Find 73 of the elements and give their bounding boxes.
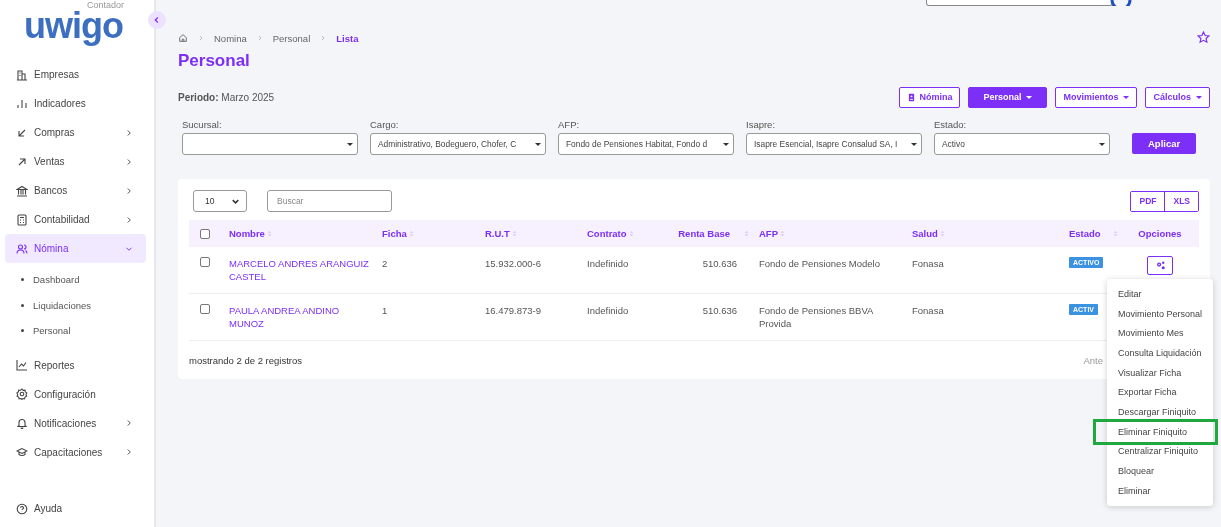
filter-select[interactable]: Isapre Esencial, Isapre Consalud SA, I	[746, 133, 922, 155]
filter-label: Estado:	[934, 119, 968, 130]
sidebar-item[interactable]: Ayuda	[5, 494, 146, 523]
filter-label: Isapre:	[746, 119, 777, 130]
table-cell: Fondo de Pensiones Modelo	[759, 258, 880, 269]
column-header[interactable]: Salud	[912, 220, 1065, 247]
menu-item[interactable]: Centralizar Finiquito	[1118, 441, 1213, 462]
sidebar-item[interactable]: Notificaciones	[5, 408, 146, 438]
column-header[interactable]: Ficha	[382, 220, 485, 247]
column-header[interactable]: AFP	[759, 220, 912, 247]
table-cell: Fonasa	[912, 258, 944, 269]
menu-item[interactable]: Exportar Ficha	[1118, 382, 1213, 403]
table-cell: 1	[382, 305, 388, 316]
column-header[interactable]: Renta Base	[667, 220, 759, 247]
menu-item[interactable]: Editar	[1118, 284, 1213, 304]
page-title: Personal	[178, 51, 251, 71]
sidebar-item[interactable]: Reportes	[5, 350, 146, 380]
column-header[interactable]: R.U.T	[485, 220, 587, 247]
sidebar-item[interactable]: Configuración	[5, 379, 146, 409]
logo-caption: Contador	[87, 0, 125, 10]
apply-button[interactable]: Aplicar	[1132, 133, 1197, 154]
records-count: mostrando 2 de 2 registros	[189, 355, 302, 366]
menu-item[interactable]: Eliminar Finiquito	[1118, 421, 1213, 442]
column-header[interactable]: Nombre	[229, 220, 382, 247]
sidebar-item[interactable]: Ventas	[5, 147, 146, 176]
breadcrumb-item[interactable]: Personal	[272, 32, 311, 44]
export-button[interactable]: XLS	[1164, 191, 1198, 211]
sidebar-item[interactable]: Empresas	[5, 60, 146, 89]
sidebar-subitem[interactable]: Dashboard	[0, 267, 154, 293]
menu-item[interactable]: Descargar Finiquito	[1118, 402, 1213, 422]
sidebar-subitem[interactable]: Liquidaciones	[0, 292, 154, 318]
menu-item[interactable]: Bloquear	[1118, 461, 1213, 481]
table-cell: 510.636	[702, 305, 737, 316]
table-cell: 2	[382, 258, 388, 269]
column-header: Opciones	[1129, 220, 1199, 247]
filter-label: Sucursal:	[182, 119, 223, 130]
column-header[interactable]: Contrato	[587, 220, 667, 247]
employee-link[interactable]: PAULA ANDREA ANDINO MUNOZ	[229, 304, 374, 330]
menu-item[interactable]: Movimiento Mes	[1118, 323, 1213, 344]
employee-link[interactable]: MARCELO ANDRES ARANGUIZ CASTEL	[229, 257, 374, 283]
search-field[interactable]: Buscar	[267, 190, 392, 212]
table-cell: 510.636	[702, 258, 737, 269]
breadcrumb-item[interactable]: Lista	[336, 32, 359, 44]
table-cell: 15.932.000-6	[485, 258, 541, 269]
dropdown-button[interactable]: Cálculos	[1145, 86, 1210, 108]
column-header[interactable]: Estado	[1065, 220, 1129, 247]
sidebar-item[interactable]: Compras	[5, 118, 146, 147]
dropdown-button[interactable]: Personal	[968, 86, 1048, 108]
filter-label: Cargo:	[370, 119, 400, 130]
menu-item[interactable]: Eliminar	[1118, 480, 1213, 501]
period-text: Periodo: Marzo 2025	[178, 91, 275, 103]
sidebar-item[interactable]: Nómina	[5, 234, 146, 263]
sidebar-subitem[interactable]: Personal	[0, 318, 154, 344]
menu-item[interactable]: Visualizar Ficha	[1118, 362, 1213, 383]
sidebar-item[interactable]: Capacitaciones	[5, 437, 146, 467]
table-cell: Fonasa	[912, 305, 944, 316]
filter-select[interactable]: Activo	[934, 133, 1110, 155]
table-cell: Fondo de Pensiones BBVA Provida	[759, 305, 873, 329]
table-cell: Indefinido	[587, 258, 629, 269]
sidebar-item[interactable]: Contabilidad	[5, 205, 146, 234]
nomina-button[interactable]: Nómina	[899, 86, 961, 108]
page-size-select[interactable]: 10	[193, 190, 247, 212]
table-cell: 16.479.873-9	[485, 305, 541, 316]
filter-select[interactable]: Fondo de Pensiones Habitat, Fondo d	[558, 133, 734, 155]
filter-select[interactable]: Administrativo, Bodeguero, Chofer, C	[370, 133, 546, 155]
breadcrumb-item[interactable]: Nomina	[214, 32, 247, 44]
sidebar-item[interactable]: Indicadores	[5, 89, 146, 118]
dropdown-button[interactable]: Movimientos	[1055, 86, 1138, 108]
menu-item[interactable]: Consulta Liquidación	[1118, 343, 1213, 363]
menu-item[interactable]: Movimiento Personal	[1118, 303, 1213, 324]
table-cell: Indefinido	[587, 305, 629, 316]
filter-label: AFP:	[558, 119, 581, 130]
sidebar-item[interactable]: Bancos	[5, 176, 146, 205]
